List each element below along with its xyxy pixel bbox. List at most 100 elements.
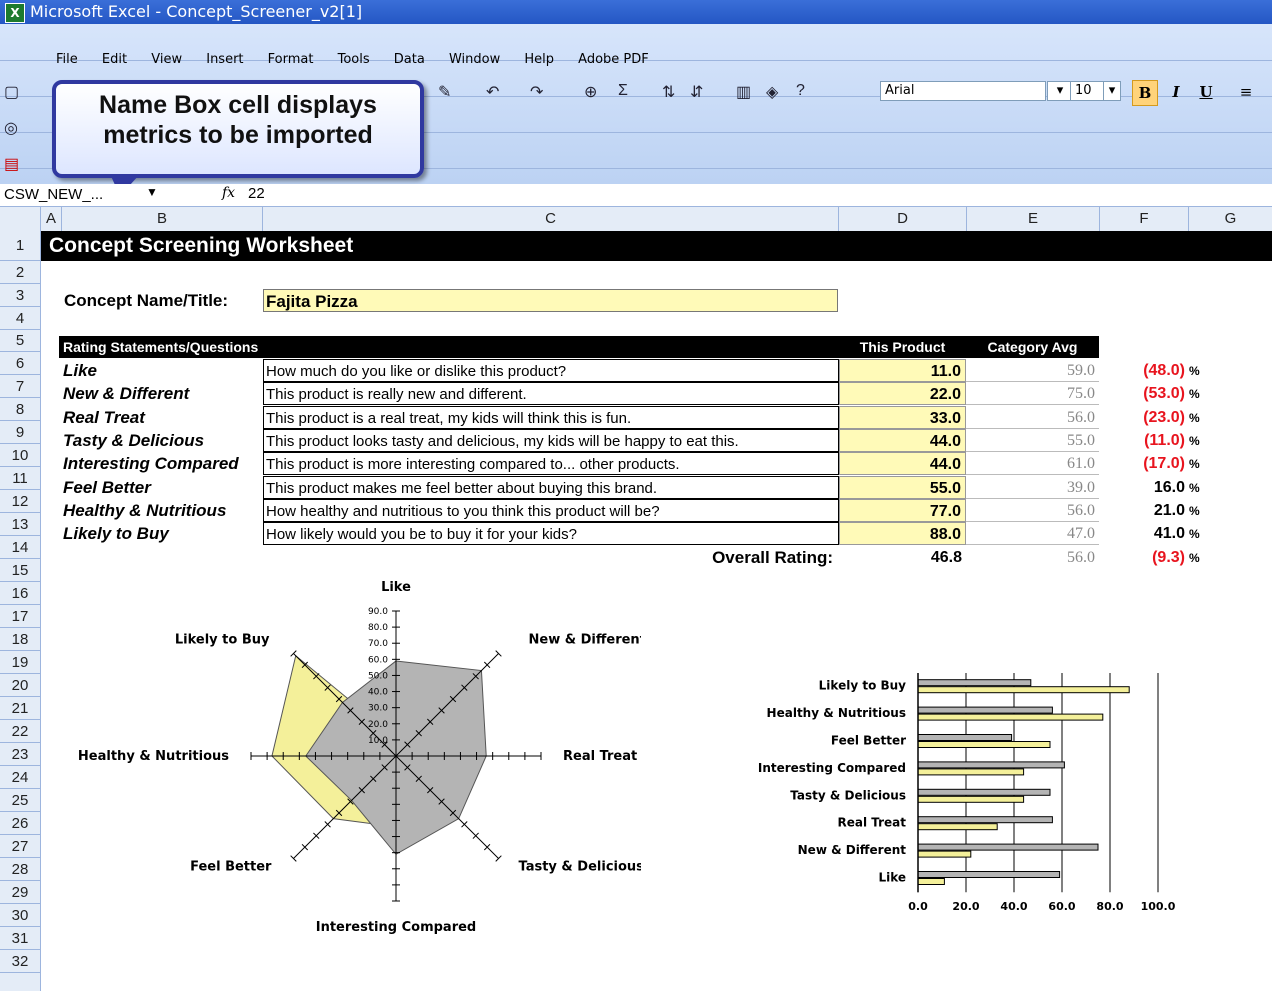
rating-diff-value[interactable]: 21.0	[1100, 499, 1185, 522]
bar-chart[interactable]: 0.0 20.0 40.0 60.0 80.0 100.0 Likely to Buy Hea…	[741, 663, 1211, 923]
sort-descending-icon[interactable]: ⇵	[690, 82, 703, 102]
rating-product-value[interactable]: 11.0	[839, 359, 966, 382]
rating-product-value[interactable]: 33.0	[839, 405, 966, 429]
font-name-select[interactable]: Arial	[880, 81, 1046, 101]
row-header-16[interactable]: 16	[0, 582, 40, 605]
column-header-c[interactable]: C	[263, 207, 839, 231]
font-size-dropdown-icon[interactable]: ▾	[1103, 81, 1121, 101]
rating-product-value[interactable]: 22.0	[839, 382, 966, 406]
rating-diff-value[interactable]: (11.0)	[1100, 429, 1185, 452]
rating-statement[interactable]: How much do you like or dislike this pro…	[263, 359, 839, 382]
column-header-g[interactable]: G	[1189, 207, 1272, 231]
menu-adobe-pdf[interactable]: Adobe PDF	[578, 52, 649, 67]
rating-product-value[interactable]: 55.0	[839, 475, 966, 499]
underline-button[interactable]: U	[1194, 80, 1218, 104]
menu-data[interactable]: Data	[394, 52, 425, 67]
format-painter-icon[interactable]: ✎	[438, 82, 451, 102]
italic-button[interactable]: I	[1164, 80, 1188, 104]
sort-ascending-icon[interactable]: ⇅	[662, 82, 675, 102]
rating-diff-value[interactable]: (53.0)	[1100, 382, 1185, 405]
rating-statement[interactable]: How healthy and nutritious to you think …	[263, 498, 839, 522]
rating-diff-value[interactable]: 41.0	[1100, 522, 1185, 545]
rating-product-value[interactable]: 44.0	[839, 428, 966, 452]
pdf-icon[interactable]: ▤	[4, 154, 19, 174]
row-header-13[interactable]: 13	[0, 513, 40, 536]
row-header-1[interactable]: 1	[0, 231, 40, 261]
row-header-14[interactable]: 14	[0, 536, 40, 559]
row-header-10[interactable]: 10	[0, 444, 40, 467]
rating-statement[interactable]: How likely would you be to buy it for yo…	[263, 522, 839, 546]
rating-product-value[interactable]: 44.0	[839, 452, 966, 476]
rating-category-value[interactable]: 75.0	[966, 382, 1099, 406]
rating-statement[interactable]: This product is really new and different…	[263, 382, 839, 406]
row-header-31[interactable]: 31	[0, 927, 40, 950]
rating-product-value[interactable]: 77.0	[839, 498, 966, 522]
row-header-19[interactable]: 19	[0, 651, 40, 674]
row-header-6[interactable]: 6	[0, 352, 40, 375]
chart-wizard-icon[interactable]: ▥	[736, 82, 751, 102]
radar-chart[interactable]: 10.0 20.0 30.0 40.0 50.0 60.0 70.0 80.0 90.0 Like…	[61, 581, 641, 951]
row-header-20[interactable]: 20	[0, 674, 40, 697]
menu-view[interactable]: View	[151, 52, 182, 67]
rating-category-value[interactable]: 56.0	[966, 499, 1099, 522]
row-header-12[interactable]: 12	[0, 490, 40, 513]
rating-category-value[interactable]: 55.0	[966, 429, 1099, 452]
row-header-29[interactable]: 29	[0, 881, 40, 904]
row-header-3[interactable]: 3	[0, 284, 40, 307]
align-left-icon[interactable]: ≡	[1234, 80, 1258, 104]
menu-window[interactable]: Window	[449, 52, 500, 67]
excel-app-icon[interactable]: X	[5, 3, 25, 23]
row-header-25[interactable]: 25	[0, 789, 40, 812]
row-header-27[interactable]: 27	[0, 835, 40, 858]
autosum-icon[interactable]: Σ	[618, 82, 628, 100]
row-header-23[interactable]: 23	[0, 743, 40, 766]
menu-format[interactable]: Format	[268, 52, 314, 67]
column-header-e[interactable]: E	[967, 207, 1100, 231]
row-header-5[interactable]: 5	[0, 330, 40, 352]
rating-category-value[interactable]: 47.0	[966, 522, 1099, 546]
menu-edit[interactable]: Edit	[102, 52, 127, 67]
row-header-22[interactable]: 22	[0, 720, 40, 743]
column-header-a[interactable]: A	[41, 207, 62, 231]
row-header-30[interactable]: 30	[0, 904, 40, 927]
rating-diff-value[interactable]: (23.0)	[1100, 406, 1185, 429]
menu-insert[interactable]: Insert	[206, 52, 243, 67]
row-header-18[interactable]: 18	[0, 628, 40, 651]
rating-diff-value[interactable]: (48.0)	[1100, 359, 1185, 382]
menu-tools[interactable]: Tools	[338, 52, 370, 67]
rating-category-value[interactable]: 61.0	[966, 452, 1099, 476]
column-header-d[interactable]: D	[839, 207, 967, 231]
name-box-dropdown-icon[interactable]: ▼	[146, 185, 158, 199]
row-header-28[interactable]: 28	[0, 858, 40, 881]
overall-diff-value[interactable]: (9.3)	[1100, 546, 1185, 569]
row-header-9[interactable]: 9	[0, 421, 40, 444]
name-box[interactable]: CSW_NEW_...	[4, 185, 144, 204]
row-header-17[interactable]: 17	[0, 605, 40, 628]
font-size-select[interactable]: 10	[1070, 81, 1104, 101]
new-document-icon[interactable]: ▢	[4, 82, 19, 102]
redo-icon[interactable]: ↷	[530, 82, 543, 102]
row-header-32[interactable]: 32	[0, 950, 40, 973]
insert-function-icon[interactable]: fx	[222, 185, 235, 201]
row-header-24[interactable]: 24	[0, 766, 40, 789]
rating-category-value[interactable]: 39.0	[966, 476, 1099, 499]
web-toolbar-icon[interactable]: ◎	[4, 118, 18, 138]
rating-statement[interactable]: This product is a real treat, my kids wi…	[263, 405, 839, 429]
undo-icon[interactable]: ↶	[486, 82, 499, 102]
overall-category-value[interactable]: 56.0	[966, 546, 1099, 569]
menu-help[interactable]: Help	[524, 52, 554, 67]
row-header-11[interactable]: 11	[0, 467, 40, 490]
row-header-7[interactable]: 7	[0, 375, 40, 398]
hyperlink-icon[interactable]: ⊕	[584, 82, 597, 102]
menu-file[interactable]: File	[56, 52, 78, 67]
formula-input[interactable]: 22	[248, 185, 265, 202]
row-header-4[interactable]: 4	[0, 307, 40, 330]
row-header-8[interactable]: 8	[0, 398, 40, 421]
drawing-icon[interactable]: ◈	[766, 82, 778, 102]
rating-statement[interactable]: This product looks tasty and delicious, …	[263, 428, 839, 452]
rating-statement[interactable]: This product is more interesting compare…	[263, 452, 839, 476]
rating-diff-value[interactable]: 16.0	[1100, 476, 1185, 499]
concept-name-cell[interactable]: Fajita Pizza	[263, 289, 838, 312]
help-icon[interactable]: ?	[796, 82, 805, 100]
overall-product-value[interactable]: 46.8	[839, 546, 966, 569]
